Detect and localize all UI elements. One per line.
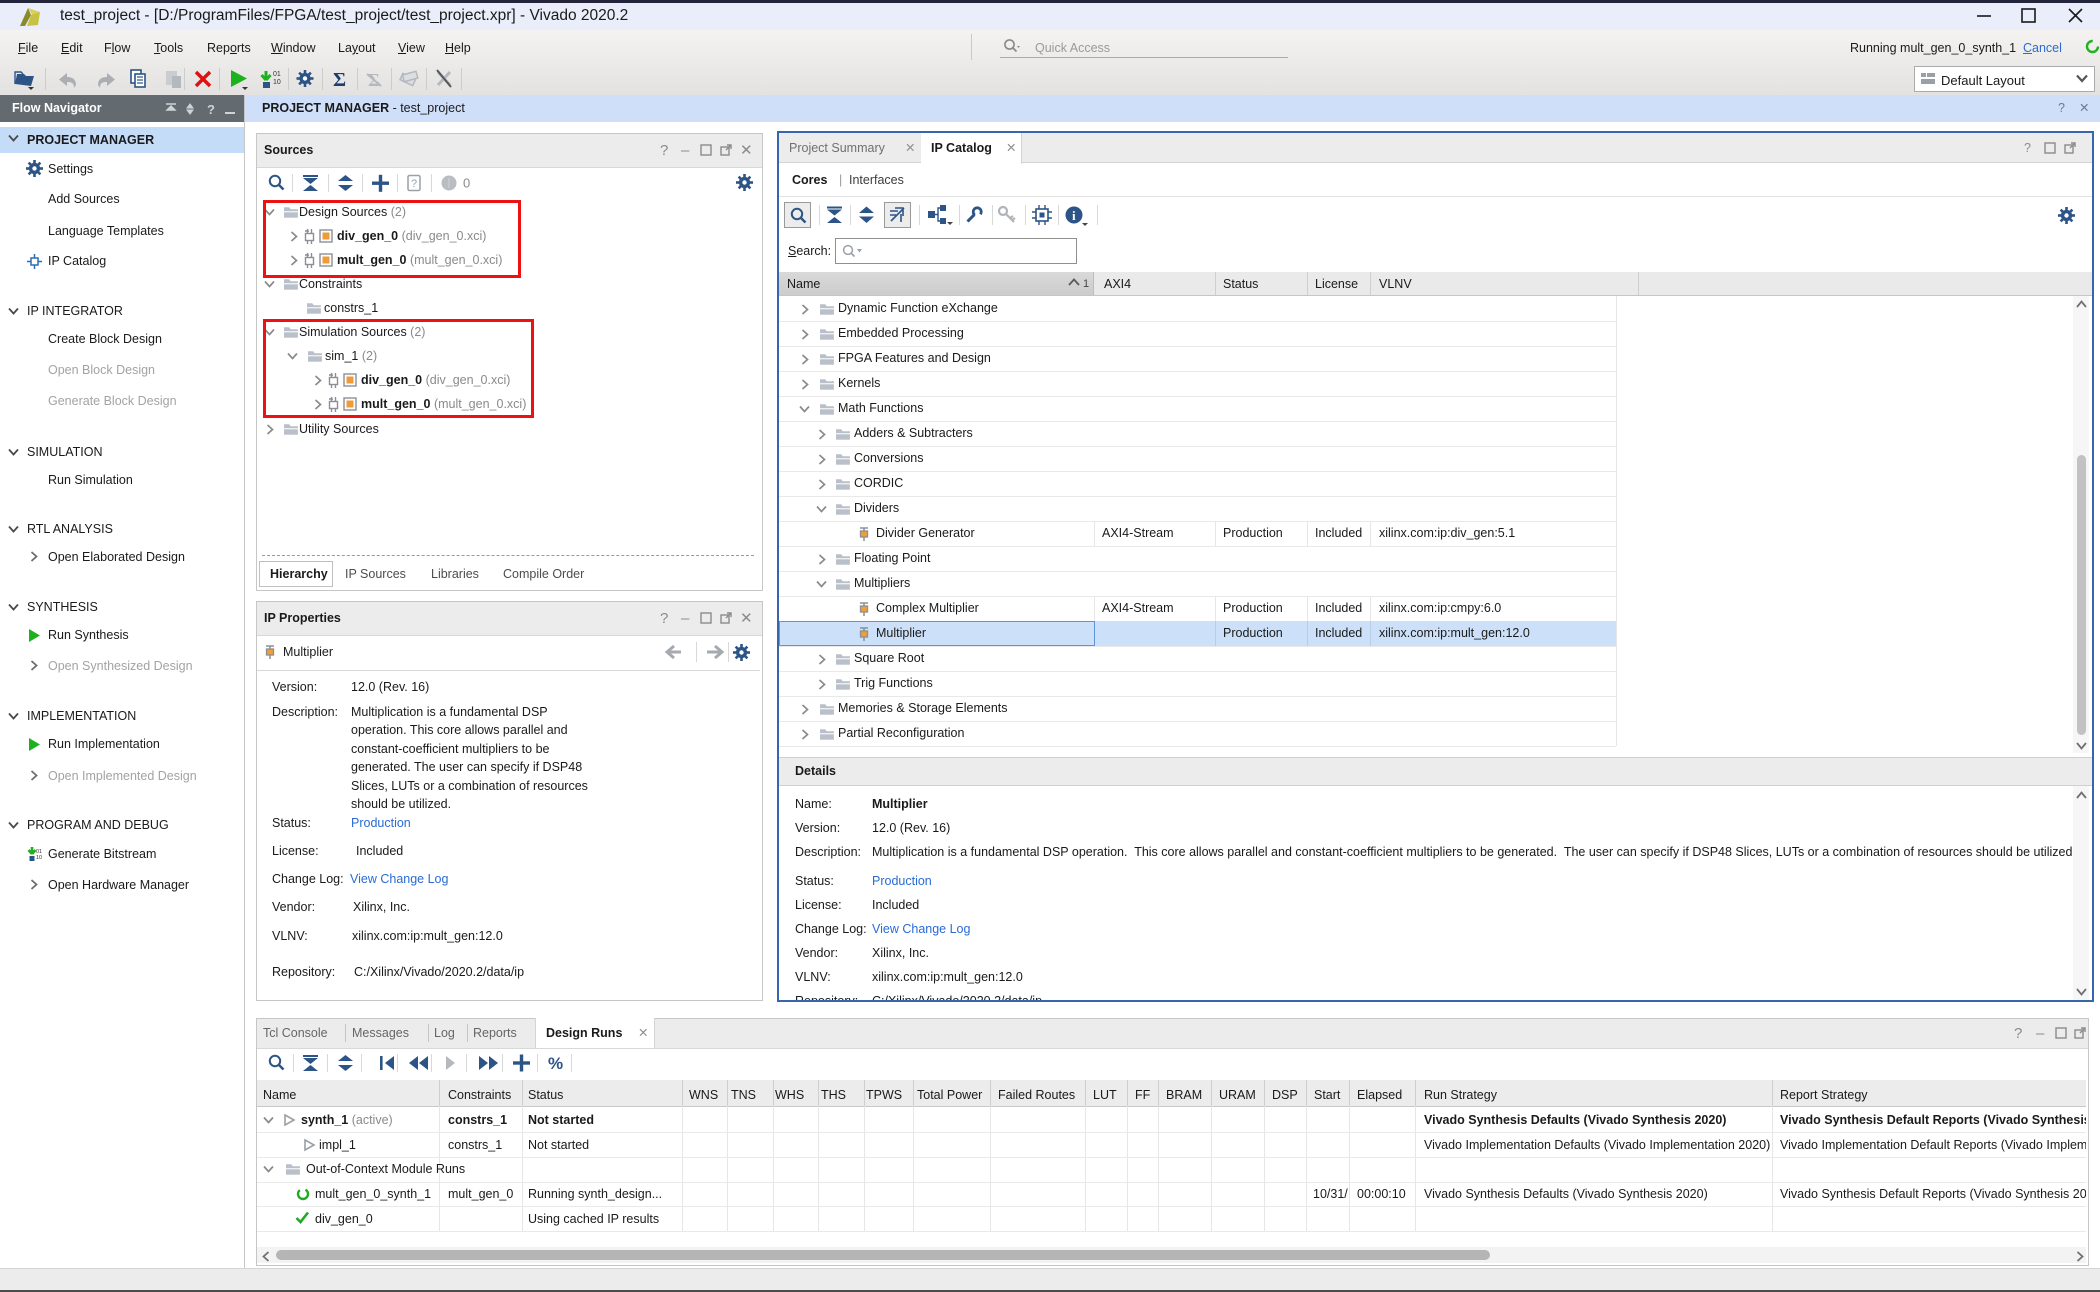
svg-text:?: ? bbox=[411, 178, 417, 190]
svg-text:10: 10 bbox=[273, 79, 281, 86]
svg-text:i: i bbox=[1072, 208, 1076, 223]
svg-text:0: 0 bbox=[463, 176, 470, 191]
svg-text:10: 10 bbox=[36, 855, 42, 861]
svg-text:01: 01 bbox=[273, 71, 281, 78]
svg-text:?: ? bbox=[207, 102, 215, 117]
svg-text:Σ: Σ bbox=[333, 69, 346, 91]
svg-text:%: % bbox=[548, 1054, 563, 1073]
